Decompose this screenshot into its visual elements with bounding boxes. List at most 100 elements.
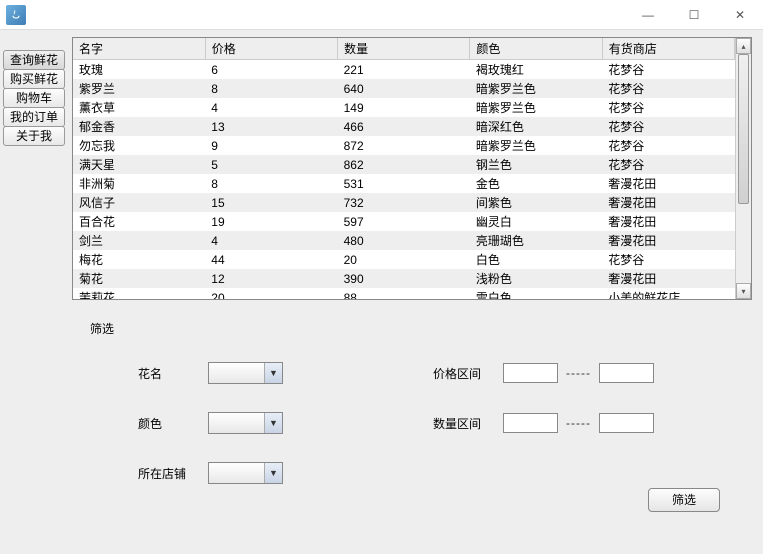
table-cell: 6	[205, 60, 337, 80]
table-cell: 44	[205, 250, 337, 269]
table-cell: 12	[205, 269, 337, 288]
table-cell: 640	[338, 79, 470, 98]
table-cell: 雪白色	[470, 288, 602, 299]
table-cell: 茉莉花	[73, 288, 205, 299]
table-cell: 19	[205, 212, 337, 231]
table-row[interactable]: 满天星5862钢兰色花梦谷	[73, 155, 735, 174]
table-cell: 奢漫花田	[602, 231, 734, 250]
sidebar-item-2[interactable]: 购物车	[3, 88, 65, 108]
table-cell: 勿忘我	[73, 136, 205, 155]
minimize-button[interactable]: —	[625, 0, 671, 30]
table-cell: 菊花	[73, 269, 205, 288]
table-cell: 花梦谷	[602, 136, 734, 155]
table-cell: 暗深红色	[470, 117, 602, 136]
flower-table[interactable]: 名字价格数量颜色有货商店 玫瑰6221褐玫瑰红花梦谷紫罗兰8640暗紫罗兰色花梦…	[73, 38, 735, 299]
table-cell: 390	[338, 269, 470, 288]
qty-min-input[interactable]	[503, 413, 558, 433]
table-cell: 597	[338, 212, 470, 231]
table-cell: 玫瑰	[73, 60, 205, 80]
table-header[interactable]: 名字	[73, 38, 205, 60]
table-cell: 221	[338, 60, 470, 80]
sidebar-item-0[interactable]: 查询鲜花	[3, 50, 65, 70]
filter-title: 筛选	[90, 320, 730, 337]
table-header[interactable]: 颜色	[470, 38, 602, 60]
filter-price-label: 价格区间	[433, 365, 503, 382]
table-cell: 花梦谷	[602, 79, 734, 98]
close-button[interactable]: ✕	[717, 0, 763, 30]
table-cell: 金色	[470, 174, 602, 193]
table-header[interactable]: 价格	[205, 38, 337, 60]
table-cell: 862	[338, 155, 470, 174]
table-cell: 20	[338, 250, 470, 269]
table-cell: 149	[338, 98, 470, 117]
price-min-input[interactable]	[503, 363, 558, 383]
table-cell: 13	[205, 117, 337, 136]
scroll-up-icon[interactable]: ▴	[736, 38, 751, 54]
table-cell: 间紫色	[470, 193, 602, 212]
filter-button[interactable]: 筛选	[648, 488, 720, 512]
table-cell: 满天星	[73, 155, 205, 174]
table-cell: 9	[205, 136, 337, 155]
table-cell: 8	[205, 174, 337, 193]
table-cell: 暗紫罗兰色	[470, 136, 602, 155]
table-row[interactable]: 玫瑰6221褐玫瑰红花梦谷	[73, 60, 735, 80]
range-separator: -----	[566, 366, 591, 380]
table-cell: 奢漫花田	[602, 174, 734, 193]
scroll-thumb[interactable]	[738, 54, 749, 204]
qty-max-input[interactable]	[599, 413, 654, 433]
table-cell: 花梦谷	[602, 250, 734, 269]
table-cell: 花梦谷	[602, 98, 734, 117]
chevron-down-icon: ▼	[264, 413, 282, 433]
table-cell: 幽灵白	[470, 212, 602, 231]
table-cell: 466	[338, 117, 470, 136]
maximize-button[interactable]: ☐	[671, 0, 717, 30]
table-cell: 紫罗兰	[73, 79, 205, 98]
table-cell: 百合花	[73, 212, 205, 231]
table-cell: 15	[205, 193, 337, 212]
table-cell: 732	[338, 193, 470, 212]
table-cell: 郁金香	[73, 117, 205, 136]
table-row[interactable]: 风信子15732间紫色奢漫花田	[73, 193, 735, 212]
price-max-input[interactable]	[599, 363, 654, 383]
shop-combo[interactable]: ▼	[208, 462, 283, 484]
chevron-down-icon: ▼	[264, 463, 282, 483]
color-combo[interactable]: ▼	[208, 412, 283, 434]
table-row[interactable]: 剑兰4480亮珊瑚色奢漫花田	[73, 231, 735, 250]
table-row[interactable]: 茉莉花2088雪白色小美的鲜花店	[73, 288, 735, 299]
scroll-down-icon[interactable]: ▾	[736, 283, 751, 299]
table-row[interactable]: 郁金香13466暗深红色花梦谷	[73, 117, 735, 136]
table-cell: 奢漫花田	[602, 193, 734, 212]
sidebar-item-1[interactable]: 购买鲜花	[3, 69, 65, 89]
vertical-scrollbar[interactable]: ▴ ▾	[735, 38, 751, 299]
name-combo[interactable]: ▼	[208, 362, 283, 384]
table-cell: 褐玫瑰红	[470, 60, 602, 80]
table-row[interactable]: 紫罗兰8640暗紫罗兰色花梦谷	[73, 79, 735, 98]
chevron-down-icon: ▼	[264, 363, 282, 383]
table-cell: 薰衣草	[73, 98, 205, 117]
table-cell: 浅粉色	[470, 269, 602, 288]
table-row[interactable]: 菊花12390浅粉色奢漫花田	[73, 269, 735, 288]
filter-color-label: 颜色	[138, 415, 208, 432]
table-cell: 梅花	[73, 250, 205, 269]
table-row[interactable]: 薰衣草4149暗紫罗兰色花梦谷	[73, 98, 735, 117]
table-cell: 4	[205, 98, 337, 117]
table-cell: 非洲菊	[73, 174, 205, 193]
content-pane: 查询鲜花购买鲜花购物车我的订单关于我 名字价格数量颜色有货商店 玫瑰6221褐玫…	[0, 30, 763, 554]
table-cell: 奢漫花田	[602, 269, 734, 288]
table-row[interactable]: 勿忘我9872暗紫罗兰色花梦谷	[73, 136, 735, 155]
table-cell: 亮珊瑚色	[470, 231, 602, 250]
table-row[interactable]: 百合花19597幽灵白奢漫花田	[73, 212, 735, 231]
sidebar-item-4[interactable]: 关于我	[3, 126, 65, 146]
table-cell: 20	[205, 288, 337, 299]
table-cell: 白色	[470, 250, 602, 269]
table-cell: 暗紫罗兰色	[470, 79, 602, 98]
table-container: 名字价格数量颜色有货商店 玫瑰6221褐玫瑰红花梦谷紫罗兰8640暗紫罗兰色花梦…	[72, 37, 752, 300]
sidebar-item-3[interactable]: 我的订单	[3, 107, 65, 127]
table-header[interactable]: 有货商店	[602, 38, 734, 60]
table-header[interactable]: 数量	[338, 38, 470, 60]
table-cell: 花梦谷	[602, 155, 734, 174]
table-cell: 8	[205, 79, 337, 98]
table-row[interactable]: 非洲菊8531金色奢漫花田	[73, 174, 735, 193]
sidebar: 查询鲜花购买鲜花购物车我的订单关于我	[3, 50, 65, 145]
table-row[interactable]: 梅花4420白色花梦谷	[73, 250, 735, 269]
